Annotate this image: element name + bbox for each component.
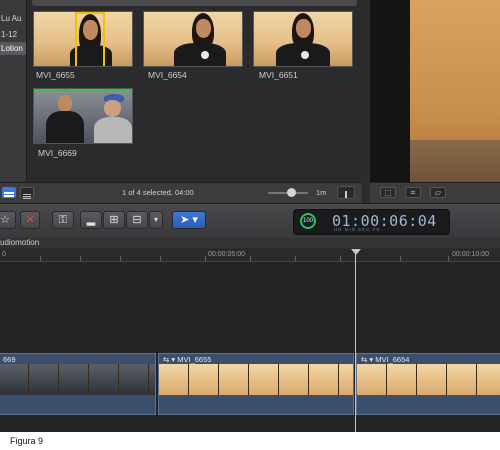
dashboard-timecode: 100 01:00:06:04 HR MIN SEC FR <box>293 209 450 235</box>
project-name: udiomotion <box>0 238 40 247</box>
select-tool-icon[interactable]: ➤ ▾ <box>172 211 206 229</box>
reject-icon[interactable]: ✕ <box>20 211 40 229</box>
clip-appearance-button[interactable] <box>337 186 355 199</box>
sidebar-item-label: 1-12 <box>1 30 18 39</box>
filmstrip <box>159 364 353 395</box>
ruler-label: 0 <box>2 251 6 258</box>
event-library-sidebar: Lu Au 1-12 Lotion <box>0 0 27 182</box>
timeline-clip-name: ⇆ ▾ MVI_6655 <box>163 355 212 364</box>
clip-thumbnail-mvi-6655[interactable] <box>33 11 133 67</box>
keyword-icon[interactable]: ⚿ <box>52 211 74 229</box>
playhead-handle[interactable] <box>351 249 361 255</box>
playhead[interactable] <box>355 249 356 432</box>
filmstrip <box>0 364 155 395</box>
clip-name-label: MVI_6651 <box>259 70 298 80</box>
clip-thumbnail-mvi-6654[interactable] <box>143 11 243 67</box>
sidebar-item-lotion[interactable]: Lotion <box>0 42 26 55</box>
filmstrip <box>357 364 500 395</box>
favorite-star-icon[interactable]: ☆ <box>0 211 16 229</box>
viewer <box>370 0 500 182</box>
clip-name-label: MVI_6655 <box>36 70 75 80</box>
clip-name-label: MVI_6654 <box>148 70 187 80</box>
timeline-ruler[interactable]: 0 00:00:05:00 00:00:10:00 <box>0 249 500 262</box>
ruler-label: 00:00:10:00 <box>452 251 489 258</box>
selection-status: 1 of 4 selected, 04:00 <box>122 188 194 197</box>
clip-selection-range[interactable] <box>75 12 105 66</box>
clip-name-label: MVI_6669 <box>38 148 77 158</box>
project-title-bar: udiomotion <box>0 238 500 248</box>
timeline-clip-name: ⇆ ▾ MVI_6654 <box>361 355 410 364</box>
sidebar-item-1-12[interactable]: 1-12 <box>0 28 26 41</box>
clip-thumbnail-mvi-6651[interactable] <box>253 11 353 67</box>
zoom-duration-label: 1m <box>316 188 327 197</box>
clip-thumbnail-mvi-6669[interactable] <box>33 88 133 144</box>
event-header <box>32 0 357 6</box>
append-clip-icon[interactable]: ⊟ <box>126 211 148 229</box>
sidebar-item-label: Lotion <box>1 44 23 53</box>
favorite-range-bar <box>34 89 132 91</box>
browser-footer: 1 of 4 selected, 04:00 1m <box>0 182 362 203</box>
sidebar-item-label: Lu Au <box>1 14 22 23</box>
background-task-progress-icon[interactable]: 100 <box>300 213 316 229</box>
distort-icon[interactable]: ▱ <box>430 187 446 198</box>
insert-clip-icon[interactable]: ⊞ <box>103 211 125 229</box>
timeline-clip-mvi-6669[interactable]: 669 <box>0 353 156 415</box>
timecode-units: HR MIN SEC FR <box>334 227 381 232</box>
final-cut-pro-window: Lu Au 1-12 Lotion MVI_6655 MVI_6654 MVI_… <box>0 0 500 432</box>
clip-size-slider-knob[interactable] <box>287 188 296 197</box>
sidebar-item-lu-au[interactable]: Lu Au <box>0 12 26 25</box>
viewer-footer: ⬚ ⌗ ▱ <box>370 182 500 203</box>
list-view-icon[interactable] <box>20 187 34 199</box>
event-browser: MVI_6655 MVI_6654 MVI_6651 MVI_6669 <box>27 0 362 182</box>
timeline-clip-mvi-6655[interactable]: ⇆ ▾ MVI_6655 <box>158 353 354 415</box>
edit-mode-dropdown-icon[interactable]: ▾ <box>149 211 163 229</box>
crop-icon[interactable]: ⌗ <box>405 187 421 198</box>
transform-icon[interactable]: ⬚ <box>380 187 396 198</box>
connect-clip-icon[interactable]: ▂ <box>80 211 102 229</box>
timeline-clip-mvi-6654[interactable]: ⇆ ▾ MVI_6654 <box>356 353 500 415</box>
ruler-label: 00:00:05:00 <box>208 251 245 258</box>
figure-caption: Figura 9 <box>10 436 44 446</box>
filmstrip-view-icon[interactable] <box>2 187 16 198</box>
timeline-clip-name: 669 <box>3 355 16 364</box>
main-toolbar: ☆ ✕ ⚿ ▂ ⊞ ⊟ ▾ ➤ ▾ 100 01:00:06:04 HR MIN… <box>0 203 500 239</box>
